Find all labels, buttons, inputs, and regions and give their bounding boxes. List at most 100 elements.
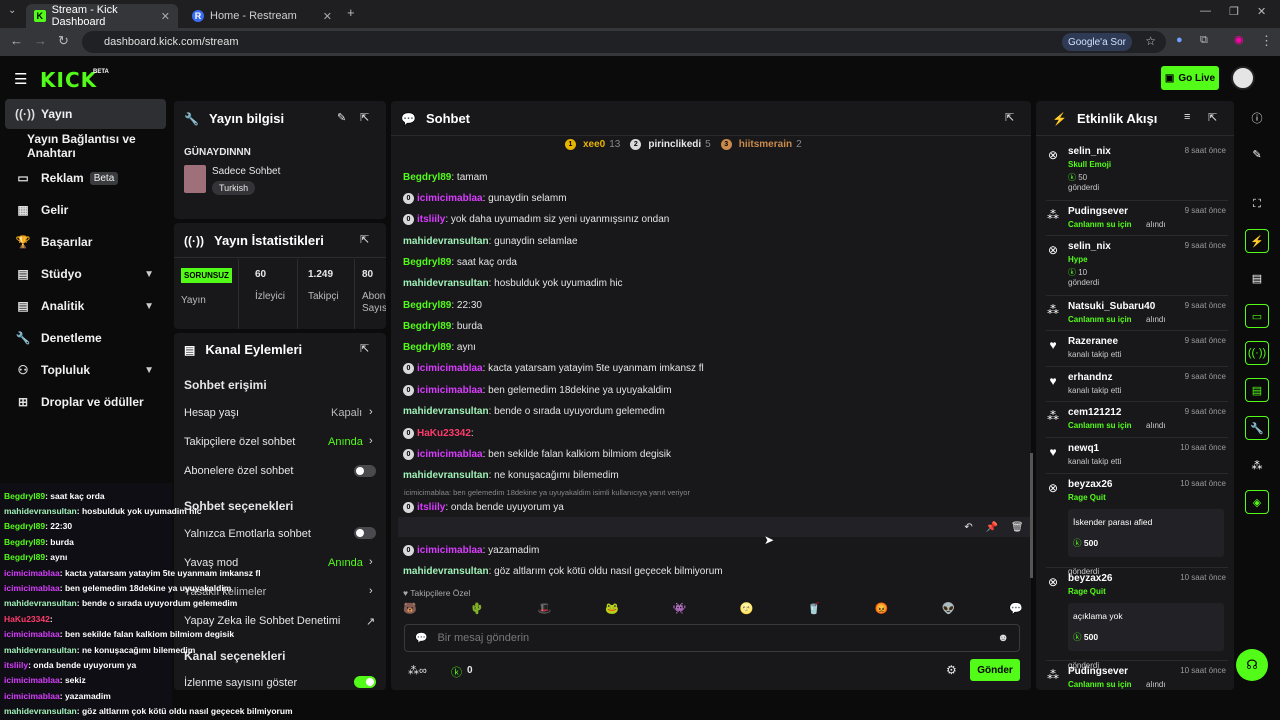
extension-icon[interactable]: ●	[1176, 34, 1183, 46]
leader-name[interactable]: xee0	[583, 139, 605, 150]
chat-username[interactable]: Begdryl89	[403, 342, 451, 353]
document-icon[interactable]: ▤	[1245, 266, 1269, 290]
tab-list-icon[interactable]: ⌄	[8, 5, 16, 16]
chat-message[interactable]: mahidevransultan: ne konuşacağımı bileme…	[403, 468, 619, 482]
chat-username[interactable]: icimicimablaa	[417, 449, 483, 460]
event-user[interactable]: erhandnz	[1068, 372, 1112, 383]
nav-reklam[interactable]: ▭ Reklam Beta	[5, 163, 166, 193]
url-field[interactable]: dashboard.kick.com/stream Google'a Sor ☆	[82, 31, 1166, 53]
chat-settings-gear-icon[interactable]: ⚙	[946, 663, 957, 677]
popout-icon[interactable]: ⇱	[360, 111, 369, 124]
reload-icon[interactable]: ↻	[58, 33, 69, 49]
show-viewers-toggle[interactable]	[354, 676, 376, 688]
chat-bubble-icon[interactable]: ▭	[1245, 304, 1269, 328]
hamburger-icon[interactable]: ☰	[14, 70, 27, 88]
chat-username[interactable]: HaKu23342	[417, 428, 471, 439]
google-ask-button[interactable]: Google'a Sor	[1061, 33, 1132, 51]
emote-only-toggle[interactable]	[354, 527, 376, 539]
channel-points-icon[interactable]: ⁂∞	[408, 664, 427, 677]
chat-message[interactable]: mahidevransultan: bende o sırada uyuyord…	[403, 404, 665, 418]
chat-username[interactable]: Begdryl89	[403, 321, 451, 332]
account-age-label[interactable]: Hesap yaşı	[184, 407, 239, 419]
chat-message[interactable]: mahidevransultan: göz altlarım çok kötü …	[403, 564, 723, 578]
chat-username[interactable]: itsliily	[417, 214, 445, 225]
nav-analitik[interactable]: ▤ Analitik ▼	[5, 291, 166, 321]
nav-denetleme[interactable]: 🔧 Denetleme	[5, 323, 166, 353]
profile-icon[interactable]: ◉	[1234, 33, 1244, 46]
nav-yayin[interactable]: ((·)) Yayın	[5, 99, 166, 129]
chat-username[interactable]: icimicimablaa	[417, 385, 483, 396]
chat-message[interactable]: 0 icimicimablaa: yazamadim	[403, 543, 539, 557]
leader-name[interactable]: hiitsmerain	[739, 139, 792, 150]
edit-icon[interactable]: ✎	[337, 111, 346, 124]
ai-moderation-label[interactable]: Yapay Zeka ile Sohbet Denetimi	[184, 615, 340, 627]
bookmark-star-icon[interactable]: ☆	[1145, 34, 1156, 48]
new-tab-icon[interactable]: +	[347, 5, 355, 20]
chat-message[interactable]: 0 itsliily: onda bende uyuyorum ya	[403, 500, 564, 514]
go-live-button[interactable]: ▣ Go Live	[1161, 66, 1219, 90]
emoji-icon[interactable]: ☻	[997, 632, 1009, 644]
event-user[interactable]: Natsuki_Subaru40	[1068, 301, 1155, 312]
kick-logo[interactable]: KICK	[40, 68, 97, 92]
chat-username[interactable]: icimicimablaa	[417, 363, 483, 374]
popout-icon[interactable]: ⇱	[360, 233, 369, 246]
followers-only-label[interactable]: Takipçilere özel sohbet	[184, 436, 295, 448]
emote-icon[interactable]: 🎩	[538, 602, 552, 618]
event-user[interactable]: beyzax26	[1068, 573, 1112, 584]
tab-kick-dashboard[interactable]: K Stream - Kick Dashboard ✕	[26, 4, 178, 28]
emote-icon[interactable]: 🐻	[403, 602, 417, 618]
back-icon[interactable]: ←	[10, 33, 23, 48]
chat-message[interactable]: 0 icimicimablaa: kacta yatarsam yatayim 5…	[403, 361, 704, 375]
nav-stream-key[interactable]: Yayın Bağlantısı ve Anahtarı	[27, 131, 177, 161]
chat-message[interactable]: 0 icimicimablaa: ben sekilde falan kalkio…	[403, 447, 671, 461]
edit-icon[interactable]: ✎	[1245, 142, 1269, 166]
nav-studyo[interactable]: ▤ Stüdyo ▼	[5, 259, 166, 289]
chevron-right-icon[interactable]: ›	[369, 435, 373, 447]
chat-username[interactable]: icimicimablaa	[417, 193, 483, 204]
chat-username[interactable]: mahidevransultan	[403, 278, 489, 289]
emote-icon[interactable]: 👾	[672, 602, 686, 618]
leader-name[interactable]: pirinclikedi	[648, 139, 701, 150]
send-button[interactable]: Gönder	[970, 659, 1020, 681]
chat-message[interactable]: Begdryl89: aynı	[403, 340, 476, 354]
emote-icon[interactable]: 🐸	[605, 602, 619, 618]
chat-message[interactable]: Begdryl89: 22:30	[403, 298, 482, 312]
chevron-right-icon[interactable]: ›	[369, 556, 373, 568]
external-link-icon[interactable]: ↗	[366, 615, 375, 628]
event-user[interactable]: newq1	[1068, 443, 1099, 454]
puzzle-icon[interactable]: ⧉	[1200, 34, 1208, 47]
nav-topluluk[interactable]: ⚇ Topluluk ▼	[5, 355, 166, 385]
chat-message[interactable]: Begdryl89: tamam	[403, 170, 487, 184]
chevron-right-icon[interactable]: ›	[369, 406, 373, 418]
event-user[interactable]: selin_nix	[1068, 146, 1111, 157]
close-icon[interactable]: ✕	[323, 10, 332, 23]
chat-message[interactable]: Begdryl89: saat kaç orda	[403, 255, 517, 269]
chat-username[interactable]: mahidevransultan	[403, 236, 489, 247]
drops-icon[interactable]: ◈	[1245, 490, 1269, 514]
chat-message[interactable]: 0 icimicimablaa: gunaydin selamm	[403, 191, 567, 205]
maximize-icon[interactable]: ❐	[1229, 5, 1239, 18]
emote-icon[interactable]: 👽	[942, 602, 956, 618]
fullscreen-icon[interactable]: ⛶	[1245, 192, 1269, 216]
popout-icon[interactable]: ⇱	[1005, 111, 1014, 124]
chat-username[interactable]: Begdryl89	[403, 172, 451, 183]
emote-icon[interactable]: 🌝	[740, 602, 754, 618]
chat-username[interactable]: Begdryl89	[403, 300, 451, 311]
chat-message[interactable]: Begdryl89: burda	[403, 319, 483, 333]
info-icon[interactable]: ⓘ	[1245, 106, 1269, 130]
support-icon[interactable]: ☊	[1236, 649, 1268, 681]
emote-icon[interactable]: 🥤	[807, 602, 821, 618]
chat-username[interactable]: mahidevransultan	[403, 406, 489, 417]
user-avatar[interactable]	[1231, 66, 1255, 90]
chat-input-placeholder[interactable]: Bir mesaj gönderin	[437, 632, 529, 644]
popout-icon[interactable]: ⇱	[360, 342, 369, 355]
pin-icon[interactable]: 📌	[986, 522, 998, 533]
wrench-icon[interactable]: 🔧	[1245, 416, 1269, 440]
emote-icon[interactable]: 😡	[875, 602, 889, 618]
filter-icon[interactable]: ≡	[1184, 111, 1190, 123]
popout-icon[interactable]: ⇱	[1208, 111, 1217, 124]
subs-only-toggle[interactable]	[354, 465, 376, 477]
chat-input-box[interactable]: 💬 Bir mesaj gönderin ☻	[404, 624, 1020, 652]
followers-only-value[interactable]: Anında	[328, 436, 363, 448]
emote-icon[interactable]: 💬	[1009, 602, 1023, 618]
